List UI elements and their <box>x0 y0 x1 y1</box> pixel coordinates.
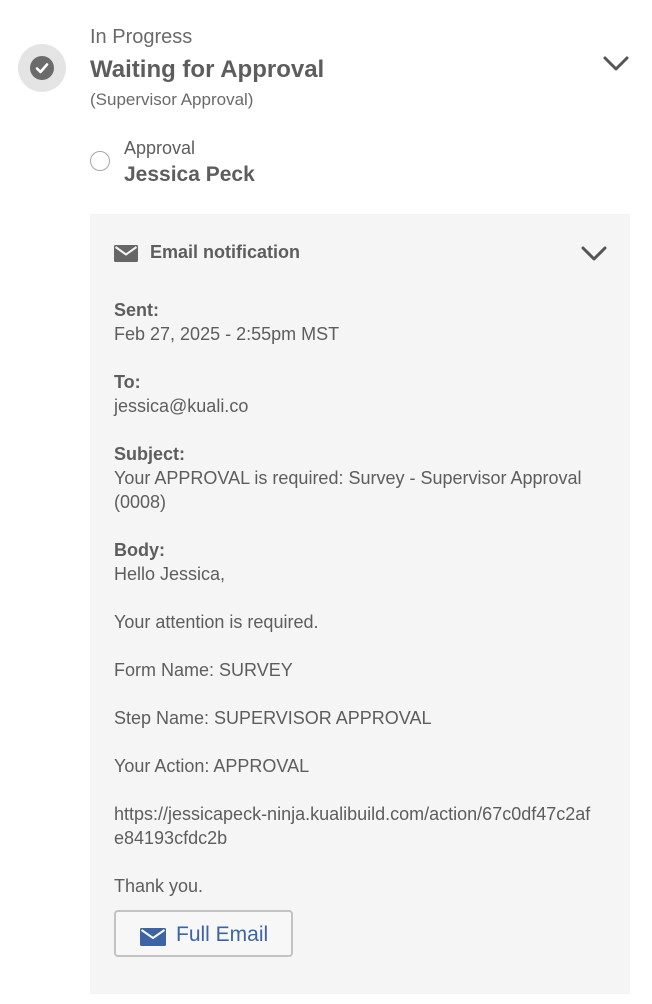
body-line-closing: Thank you. <box>114 876 204 896</box>
approver-name: Jessica Peck <box>124 163 255 186</box>
body-line-form-name: Form Name: SURVEY <box>114 660 293 680</box>
step-title: Waiting for Approval <box>90 56 325 83</box>
to-value: jessica@kuali.co <box>114 396 249 416</box>
step-status-icon <box>18 44 66 92</box>
body-label: Body: <box>114 540 165 560</box>
approver-role-label: Approval <box>124 138 196 158</box>
email-details: Sent: Feb 27, 2025 - 2:55pm MST To: jess… <box>114 298 594 898</box>
subject-value: Your APPROVAL is required: Survey - Supe… <box>114 468 582 512</box>
step-status: In Progress <box>90 26 193 48</box>
email-notification-title: Email notification <box>150 242 301 262</box>
sent-label: Sent: <box>114 300 159 320</box>
body-greeting: Hello Jessica, <box>114 564 226 584</box>
body-line-attention: Your attention is required. <box>114 612 319 632</box>
envelope-icon <box>114 245 138 262</box>
sent-value: Feb 27, 2025 - 2:55pm MST <box>114 324 340 344</box>
to-label: To: <box>114 372 141 392</box>
chevron-down-icon <box>581 246 607 261</box>
body-line-action: Your Action: APPROVAL <box>114 756 310 776</box>
full-email-button[interactable]: Full Email <box>114 910 293 957</box>
step-subtitle: (Supervisor Approval) <box>90 90 254 109</box>
approver-radio[interactable] <box>90 151 110 171</box>
chevron-down-icon <box>603 56 629 71</box>
body-line-step-name: Step Name: SUPERVISOR APPROVAL <box>114 708 432 728</box>
email-notification-panel: Email notification Sent: Feb 27, 2025 - … <box>90 214 630 994</box>
full-email-label: Full Email <box>176 923 269 946</box>
subject-label: Subject: <box>114 444 186 464</box>
email-expand-toggle[interactable] <box>579 242 609 264</box>
step-expand-toggle[interactable] <box>601 52 631 74</box>
check-circle-icon <box>30 56 54 80</box>
action-link[interactable]: https://jessicapeck-ninja.kualibuild.com… <box>114 802 594 850</box>
envelope-icon <box>140 928 166 946</box>
